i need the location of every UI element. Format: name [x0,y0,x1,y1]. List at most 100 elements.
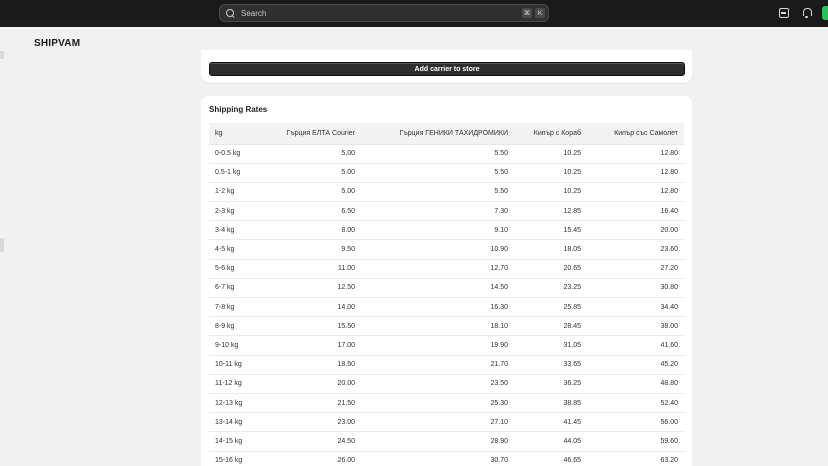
cell-weight: 9-10 kg [209,335,261,356]
add-carrier-button[interactable]: Add carrier to store [209,62,685,76]
column-header-cyprus-plane: Кипър със Самолет [587,123,684,145]
cell-weight: 7-8 kg [209,297,261,318]
cell-weight: 4-5 kg [209,239,261,260]
sidebar-handle-middle[interactable] [0,238,4,252]
cell-cyprus-plane: 34.40 [587,297,684,318]
table-row: 11-12 kg 20.00 23.50 36.25 48.80 [209,374,684,394]
avatar[interactable] [822,6,828,20]
search-icon [226,8,235,18]
cell-cyprus-plane: 45.20 [587,355,684,375]
table-row: 6-7 kg 12.50 14.50 23.25 30.80 [209,278,684,299]
cell-cyprus-ship: 10.25 [514,163,587,183]
cell-cyprus-plane: 12.80 [587,182,684,203]
cell-cyprus-plane: 20.00 [587,220,684,241]
cell-elta: 6.50 [261,201,361,222]
table-row: 5-6 kg 11.00 12.70 20.65 27.20 [209,259,684,279]
cell-geniki: 25.30 [361,393,514,414]
cell-elta: 18.50 [261,355,361,375]
table-row: 2-3 kg 6.50 7.30 12.85 16.40 [209,201,684,222]
cell-cyprus-plane: 52.40 [587,393,684,414]
cell-geniki: 10.90 [361,239,514,260]
cell-cyprus-ship: 36.25 [514,374,587,394]
shipping-rates-table: kg Гърция ЕЛТА Courier Гърция ГЕНИКИ ТАХ… [209,123,684,466]
cell-elta: 11.00 [261,259,361,279]
cell-geniki: 12.70 [361,259,514,279]
cell-cyprus-plane: 23.60 [587,239,684,260]
cell-cyprus-plane: 38.00 [587,316,684,337]
cell-weight: 6-7 kg [209,278,261,299]
table-row: 7-8 kg 14.00 16.30 25.85 34.40 [209,297,684,318]
cell-weight: 10-11 kg [209,355,261,375]
table-row: 13-14 kg 23.00 27.10 41.45 56.00 [209,412,684,433]
table-row: 10-11 kg 18.50 21.70 33.65 45.20 [209,355,684,375]
cell-cyprus-ship: 25.85 [514,297,587,318]
cell-elta: 14.00 [261,297,361,318]
cell-cyprus-ship: 12.85 [514,201,587,222]
shipping-rates-card: Shipping Rates kg Гърция ЕЛТА Courier Гъ… [201,96,692,466]
table-row: 12-13 kg 21.50 25.30 38.85 52.40 [209,393,684,414]
table-row: 3-4 kg 8.00 9.10 15.45 20.00 [209,220,684,241]
cell-cyprus-plane: 30.80 [587,278,684,299]
page-title: SHIPVAM [34,38,81,49]
cell-elta: 5.00 [261,144,361,164]
sidebar-handle-top[interactable] [0,51,4,59]
cell-cyprus-ship: 31.05 [514,335,587,356]
cell-cyprus-plane: 12.80 [587,163,684,183]
bell-icon[interactable] [802,8,812,18]
column-header-elta: Гърция ЕЛТА Courier [261,123,361,145]
cell-elta: 23.00 [261,412,361,433]
cell-cyprus-ship: 46.65 [514,451,587,466]
column-header-geniki: Гърция ГЕНИКИ ТАХИДРОМИКИ [361,123,514,145]
cell-elta: 21.50 [261,393,361,414]
table-row: 1-2 kg 5.00 5.50 10.25 12.80 [209,182,684,203]
sidebar-rail [0,27,5,466]
cell-geniki: 16.30 [361,297,514,318]
column-header-cyprus-ship: Кипър с Кораб [514,123,587,145]
cell-geniki: 21.70 [361,355,514,375]
cell-weight: 2-3 kg [209,201,261,222]
cell-elta: 5.00 [261,182,361,203]
cell-geniki: 5.50 [361,163,514,183]
cell-weight: 8-9 kg [209,316,261,337]
table-row: 15-16 kg 26.00 30.70 46.65 63.20 [209,451,684,466]
table-row: 4-5 kg 9.50 10.90 18.05 23.60 [209,239,684,260]
column-header-kg: kg [209,123,261,145]
cell-geniki: 30.70 [361,451,514,466]
cell-weight: 1-2 kg [209,182,261,203]
cell-weight: 13-14 kg [209,412,261,433]
cell-geniki: 19.90 [361,335,514,356]
cell-weight: 3-4 kg [209,220,261,241]
cell-weight: 0.5-1 kg [209,163,261,183]
cell-cyprus-ship: 10.25 [514,182,587,203]
shortcut-k-key: K [535,8,545,18]
cell-cyprus-ship: 41.45 [514,412,587,433]
cell-elta: 20.00 [261,374,361,394]
cell-cyprus-ship: 44.05 [514,431,587,452]
shortcut-cmd-key: ⌘ [522,8,532,18]
cell-cyprus-ship: 15.45 [514,220,587,241]
cell-weight: 14-15 kg [209,431,261,452]
shipping-rates-title: Shipping Rates [209,105,268,114]
cell-cyprus-ship: 38.85 [514,393,587,414]
cell-cyprus-ship: 28.45 [514,316,587,337]
cell-elta: 26.00 [261,451,361,466]
cell-geniki: 28.90 [361,431,514,452]
cell-geniki: 23.50 [361,374,514,394]
store-icon[interactable] [779,8,789,18]
cell-cyprus-ship: 18.05 [514,239,587,260]
cell-weight: 12-13 kg [209,393,261,414]
cell-cyprus-plane: 12.80 [587,144,684,164]
cell-elta: 15.50 [261,316,361,337]
cell-cyprus-plane: 63.20 [587,451,684,466]
cell-geniki: 14.50 [361,278,514,299]
table-row: 0.5-1 kg 5.00 5.50 10.25 12.80 [209,163,684,183]
search-input[interactable]: Search ⌘ K [219,4,549,22]
table-row: 8-9 kg 15.50 18.10 28.45 38.00 [209,316,684,337]
cell-cyprus-plane: 27.20 [587,259,684,279]
cell-geniki: 18.10 [361,316,514,337]
cell-cyprus-ship: 20.65 [514,259,587,279]
cell-geniki: 7.30 [361,201,514,222]
cell-elta: 12.50 [261,278,361,299]
table-row: 0-0.5 kg 5.00 5.50 10.25 12.80 [209,144,684,164]
cell-geniki: 5.50 [361,144,514,164]
